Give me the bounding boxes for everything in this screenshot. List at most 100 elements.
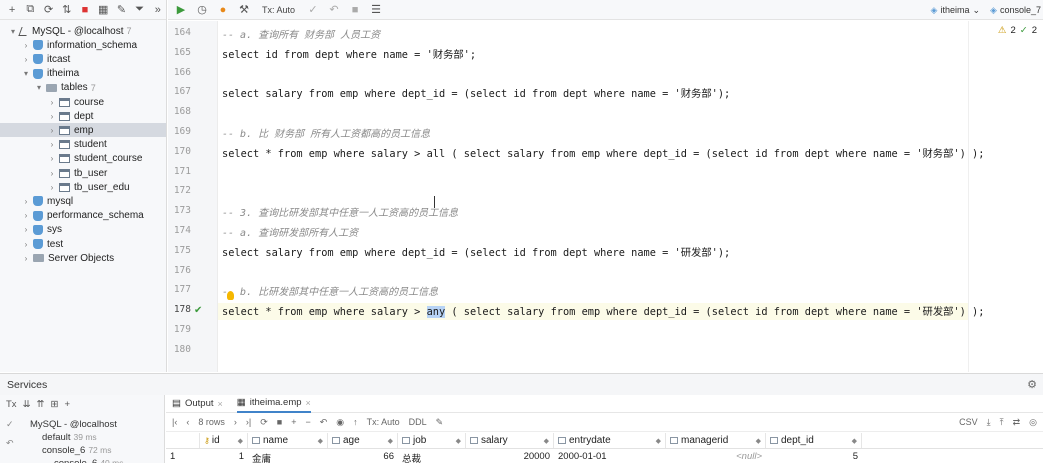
- chevron-right-icon[interactable]: ›: [47, 112, 57, 121]
- sync-icon[interactable]: ⇅: [59, 1, 75, 19]
- download-icon[interactable]: ⤓: [987, 417, 991, 428]
- lightbulb-icon[interactable]: [227, 291, 234, 300]
- tree-node[interactable]: › course: [0, 95, 166, 109]
- tree-node[interactable]: ▾ MySQL - @localhost 7: [0, 24, 166, 38]
- column-header[interactable]: dept_id ◆: [766, 433, 862, 448]
- tree-node[interactable]: › sys: [0, 223, 166, 237]
- table-view-icon[interactable]: ▦: [95, 1, 111, 19]
- console-selector[interactable]: ◈ console_7: [990, 5, 1041, 16]
- stop-icon-2[interactable]: ■: [277, 417, 282, 427]
- view-icon[interactable]: ◎: [1029, 417, 1037, 428]
- column-header[interactable]: name ◆: [248, 433, 328, 448]
- chevron-right-icon[interactable]: ›: [21, 254, 31, 263]
- profile-icon[interactable]: ●: [214, 1, 232, 19]
- pin-icon[interactable]: ✎: [436, 417, 444, 428]
- cell-id[interactable]: 1: [200, 451, 248, 463]
- tab-output[interactable]: ▤ Output ×: [172, 398, 223, 409]
- grid-tx-mode[interactable]: Tx: Auto: [367, 417, 400, 427]
- service-node[interactable]: console_6 40 ms: [20, 457, 123, 463]
- chevron-right-icon[interactable]: ›: [21, 225, 31, 234]
- group-icon[interactable]: ⊞: [51, 399, 59, 410]
- sql-editor[interactable]: -- a. 查询所有 财务部 人员工资 select id from dept w…: [218, 21, 984, 372]
- chevron-right-icon[interactable]: ›: [21, 240, 31, 249]
- chevron-right-icon[interactable]: ›: [21, 41, 31, 50]
- copy-icon[interactable]: ⧉: [22, 1, 38, 19]
- service-node[interactable]: MySQL - @localhost: [20, 418, 117, 430]
- sort-icon[interactable]: ◆: [318, 437, 323, 445]
- column-header[interactable]: entrydate ◆: [554, 433, 666, 448]
- service-node[interactable]: default 39 ms: [20, 431, 97, 443]
- layout-icon[interactable]: ☰: [367, 1, 385, 19]
- reload-icon[interactable]: ⟳: [260, 417, 268, 428]
- last-page-icon[interactable]: ›|: [246, 417, 251, 427]
- cell-job[interactable]: 总裁: [398, 451, 466, 463]
- next-page-icon[interactable]: ›: [234, 417, 237, 427]
- chevron-right-icon[interactable]: ›: [21, 197, 31, 206]
- edit-icon[interactable]: ✎: [113, 1, 129, 19]
- collapse-all-icon[interactable]: ⇈: [37, 399, 45, 410]
- cell-salary[interactable]: 20000: [466, 451, 554, 463]
- cancel-icon[interactable]: ■: [346, 1, 364, 19]
- column-header[interactable]: job ◆: [398, 433, 466, 448]
- commit-icon[interactable]: ✓: [304, 1, 322, 19]
- chevron-right-icon[interactable]: ›: [47, 126, 57, 135]
- preview-icon[interactable]: ◉: [336, 417, 344, 428]
- tree-node[interactable]: › Server Objects: [0, 251, 166, 265]
- inspection-summary[interactable]: ⚠ 2 ✓ 2: [998, 25, 1037, 36]
- submit-icon[interactable]: ↑: [353, 417, 358, 427]
- sort-icon[interactable]: ◆: [456, 437, 461, 445]
- ddl-button[interactable]: DDL: [409, 417, 427, 427]
- service-node[interactable]: console_6 72 ms: [20, 444, 111, 456]
- sort-icon[interactable]: ◆: [238, 437, 243, 445]
- tx-mode-selector[interactable]: Tx: Auto: [262, 5, 295, 15]
- sort-icon[interactable]: ◆: [544, 437, 549, 445]
- cell-entrydate[interactable]: 2000-01-01: [554, 451, 666, 463]
- tree-node[interactable]: › itcast: [0, 52, 166, 66]
- settings-wrench-icon[interactable]: ⚒: [235, 1, 253, 19]
- tree-node[interactable]: › student: [0, 138, 166, 152]
- tree-node[interactable]: › test: [0, 237, 166, 251]
- chevron-right-icon[interactable]: ›: [47, 169, 57, 178]
- add-row-icon[interactable]: +: [291, 417, 296, 427]
- history-icon[interactable]: ◷: [193, 1, 211, 19]
- tree-node[interactable]: › tb_user_edu: [0, 180, 166, 194]
- chevron-down-icon[interactable]: ▾: [34, 83, 44, 92]
- cell-managerid[interactable]: <null>: [666, 451, 766, 463]
- column-header[interactable]: age ◆: [328, 433, 398, 448]
- tx-selector[interactable]: Tx: [6, 399, 17, 410]
- tree-node[interactable]: › performance_schema: [0, 209, 166, 223]
- revert-icon[interactable]: ↶: [320, 417, 328, 428]
- sort-icon[interactable]: ◆: [388, 437, 393, 445]
- close-icon[interactable]: ×: [218, 399, 223, 409]
- tree-node[interactable]: › student_course: [0, 152, 166, 166]
- add-icon[interactable]: +: [4, 1, 20, 19]
- stop-icon[interactable]: ■: [77, 1, 93, 19]
- more-icon[interactable]: »: [150, 1, 166, 19]
- chevron-right-icon[interactable]: ›: [21, 211, 31, 220]
- execute-icon[interactable]: ▶: [172, 1, 190, 19]
- tree-node[interactable]: › information_schema: [0, 38, 166, 52]
- cell-age[interactable]: 66: [328, 451, 398, 463]
- chevron-right-icon[interactable]: ›: [47, 183, 57, 192]
- cell-name[interactable]: 金庸: [248, 451, 328, 463]
- column-header[interactable]: managerid ◆: [666, 433, 766, 448]
- tree-node[interactable]: ▾ itheima: [0, 67, 166, 81]
- table-row[interactable]: 1 1 金庸 66 总裁 20000 2000-01-01 <null> 5: [166, 451, 1043, 463]
- tree-node[interactable]: ▾ tables 7: [0, 81, 166, 95]
- refresh-icon[interactable]: ⟳: [40, 1, 56, 19]
- rows-count[interactable]: 8 rows: [198, 417, 225, 427]
- export-format-selector[interactable]: CSV: [959, 417, 978, 428]
- tree-node[interactable]: › dept: [0, 109, 166, 123]
- filter-icon[interactable]: ⏷: [132, 1, 148, 19]
- rollback-icon[interactable]: ↶: [325, 1, 343, 19]
- column-header[interactable]: salary ◆: [466, 433, 554, 448]
- rollback-icon-2[interactable]: ↶: [6, 438, 14, 449]
- chevron-right-icon[interactable]: ›: [47, 98, 57, 107]
- sort-icon[interactable]: ◆: [756, 437, 761, 445]
- chevron-right-icon[interactable]: ›: [21, 55, 31, 64]
- add-service-icon[interactable]: +: [64, 399, 70, 410]
- upload-icon[interactable]: ⤒: [1000, 417, 1004, 428]
- cell-dept_id[interactable]: 5: [766, 451, 862, 463]
- tree-node[interactable]: › tb_user: [0, 166, 166, 180]
- close-icon[interactable]: ×: [306, 398, 311, 408]
